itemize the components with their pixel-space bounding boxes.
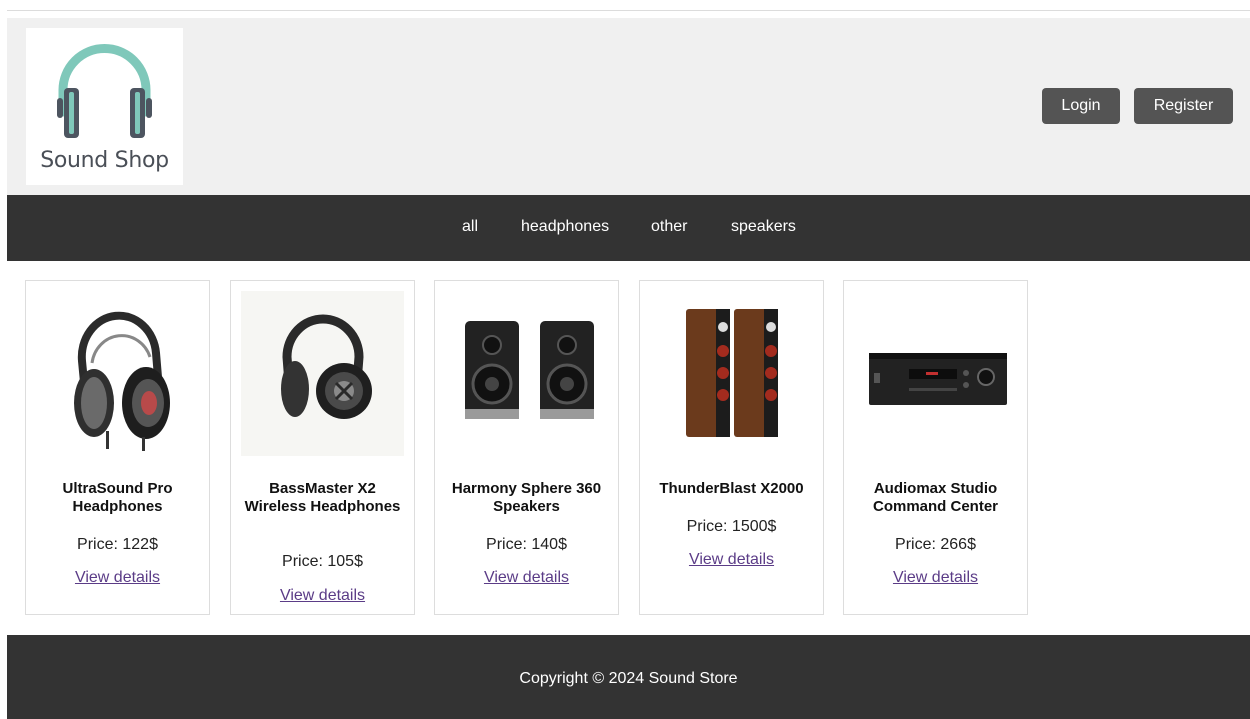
product-image[interactable] [854,291,1017,456]
view-details-link[interactable]: View details [231,587,414,605]
product-name: BassMaster X2 Wireless Headphones [244,480,401,515]
nav-item-headphones[interactable]: headphones [521,218,609,236]
product-image[interactable] [241,291,404,456]
view-details-link[interactable]: View details [844,569,1027,587]
product-card[interactable]: UltraSound Pro Headphones Price: 122$ Vi… [25,280,210,615]
nav-item-all[interactable]: all [462,218,478,236]
product-image[interactable] [650,291,813,456]
top-divider [7,10,1250,11]
view-details-link[interactable]: View details [26,569,209,587]
product-price: Price: 122$ [77,536,158,553]
logo-text: Sound Shop [40,148,169,173]
product-name: UltraSound Pro Headphones [62,480,173,515]
product-card[interactable]: Audiomax Studio Command Center Price: 26… [843,280,1028,615]
product-image[interactable] [445,291,608,456]
category-nav: all headphones other speakers [7,195,1250,261]
product-price: Price: 105$ [282,553,363,570]
site-header: Sound Shop Login Register [7,18,1250,195]
product-name: ThunderBlast X2000 [659,480,804,497]
headphones-icon [57,44,152,138]
nav-item-other[interactable]: other [651,218,687,236]
product-card[interactable]: BassMaster X2 Wireless Headphones Price:… [230,280,415,615]
product-card[interactable]: ThunderBlast X2000 Price: 1500$ View det… [639,280,824,615]
site-logo[interactable]: Sound Shop [26,28,183,185]
product-card[interactable]: Harmony Sphere 360 Speakers Price: 140$ … [434,280,619,615]
product-price: Price: 1500$ [686,518,777,535]
login-button[interactable]: Login [1042,88,1120,124]
product-image[interactable] [36,291,199,456]
nav-item-speakers[interactable]: speakers [731,218,796,236]
copyright-text: Copyright © 2024 Sound Store [519,670,738,687]
product-name: Audiomax Studio Command Center [872,480,999,515]
view-details-link[interactable]: View details [435,569,618,587]
product-price: Price: 140$ [486,536,567,553]
register-button[interactable]: Register [1134,88,1233,124]
product-name: Harmony Sphere 360 Speakers [451,480,602,515]
product-price: Price: 266$ [895,536,976,553]
view-details-link[interactable]: View details [640,551,823,569]
site-footer: Copyright © 2024 Sound Store [7,635,1250,719]
